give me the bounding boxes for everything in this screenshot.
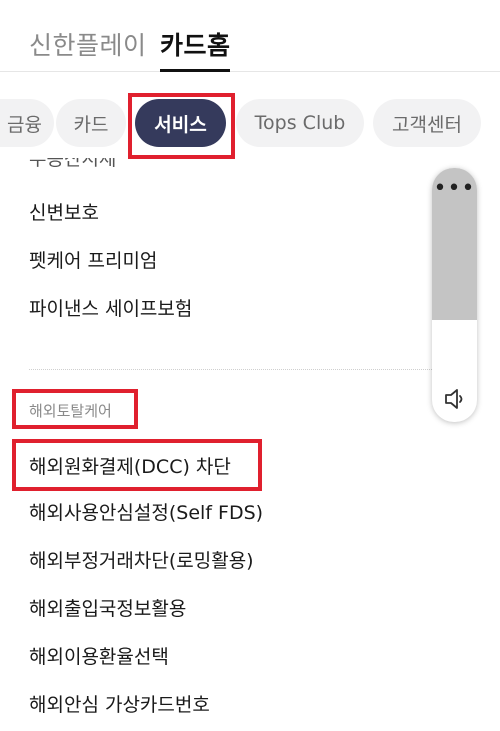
highlight-box-section — [12, 389, 138, 429]
menu-item-immigration-info[interactable]: 해외출입국정보활용 — [29, 594, 186, 621]
tab-card-home[interactable]: 카드홈 — [160, 26, 231, 62]
menu-item-roaming-fraud-block[interactable]: 해외부정거래차단(로밍활용) — [29, 546, 254, 573]
floating-widget: ••• — [432, 168, 477, 422]
speaker-icon[interactable] — [442, 386, 468, 412]
category-chip-bar: 금융 카드 서비스 Tops Club 고객센터 — [0, 95, 500, 151]
more-icon[interactable]: ••• — [432, 176, 477, 201]
active-tab-underline — [160, 69, 230, 72]
chip-card[interactable]: 카드 — [56, 99, 126, 147]
menu-item-clipped[interactable]: 부동산시세 — [29, 158, 116, 171]
highlight-box-service — [128, 93, 235, 159]
menu-item-virtual-card-number[interactable]: 해외안심 가상카드번호 — [29, 690, 210, 717]
section-divider — [29, 369, 474, 370]
chip-tops-club[interactable]: Tops Club — [236, 99, 364, 147]
menu-item-pet-care-premium[interactable]: 펫케어 프리미엄 — [29, 246, 157, 273]
menu-item-exchange-rate-select[interactable]: 해외이용환율선택 — [29, 642, 169, 669]
chip-customer-center[interactable]: 고객센터 — [373, 99, 481, 147]
chip-finance[interactable]: 금융 — [0, 99, 54, 147]
menu-item-self-fds[interactable]: 해외사용안심설정(Self FDS) — [29, 498, 263, 525]
top-tab-bar: 신한플레이 카드홈 — [0, 0, 500, 72]
menu-item-finance-safe-insurance[interactable]: 파이낸스 세이프보험 — [29, 294, 192, 321]
highlight-box-dcc — [12, 439, 262, 491]
menu-item-personal-protection[interactable]: 신변보호 — [29, 198, 99, 225]
tab-shinhan-play[interactable]: 신한플레이 — [29, 26, 147, 62]
